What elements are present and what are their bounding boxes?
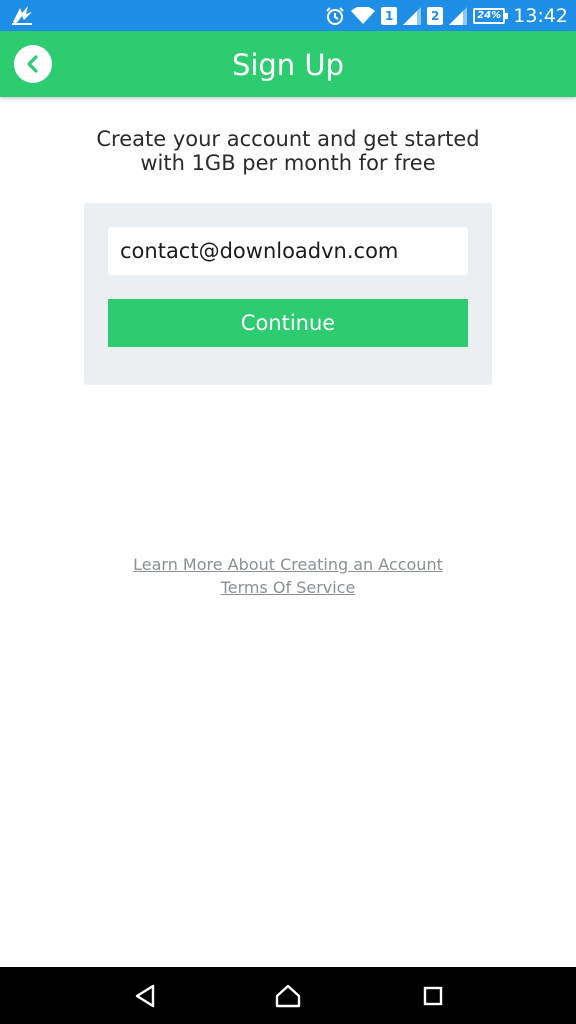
tagline-line-2: with 1GB per month for free — [140, 151, 436, 175]
nav-back-button[interactable] — [132, 983, 158, 1009]
info-links: Learn More About Creating an Account Ter… — [0, 553, 576, 599]
nav-home-button[interactable] — [275, 983, 301, 1009]
nav-back-icon — [135, 984, 155, 1008]
status-bar: 1 2 24% 13:42 — [0, 0, 576, 31]
sim1-badge: 1 — [381, 6, 398, 25]
nav-home-icon — [275, 984, 301, 1008]
app-logo-icon — [12, 6, 32, 25]
continue-button[interactable]: Continue — [108, 299, 468, 347]
signal-icon — [449, 6, 468, 25]
system-nav-bar — [0, 967, 576, 1024]
sim2-badge: 2 — [427, 6, 444, 25]
signal-icon — [403, 6, 422, 25]
learn-more-link[interactable]: Learn More About Creating an Account — [0, 553, 576, 576]
terms-of-service-link[interactable]: Terms Of Service — [0, 576, 576, 599]
signup-form-panel: Continue — [84, 203, 492, 385]
tagline-line-1: Create your account and get started — [96, 127, 480, 151]
email-field[interactable] — [108, 227, 468, 275]
app-header: Sign Up — [0, 31, 576, 97]
status-clock: 13:42 — [513, 4, 568, 27]
page-title: Sign Up — [231, 48, 345, 82]
signup-tagline: Create your account and get started with… — [60, 127, 516, 175]
battery-indicator: 24% — [473, 7, 509, 24]
status-icons: 1 2 24% 13:42 — [325, 0, 568, 31]
alarm-icon — [326, 6, 344, 25]
nav-recents-button[interactable] — [420, 983, 446, 1009]
wifi-icon — [351, 6, 376, 24]
nav-recents-icon — [423, 986, 443, 1006]
